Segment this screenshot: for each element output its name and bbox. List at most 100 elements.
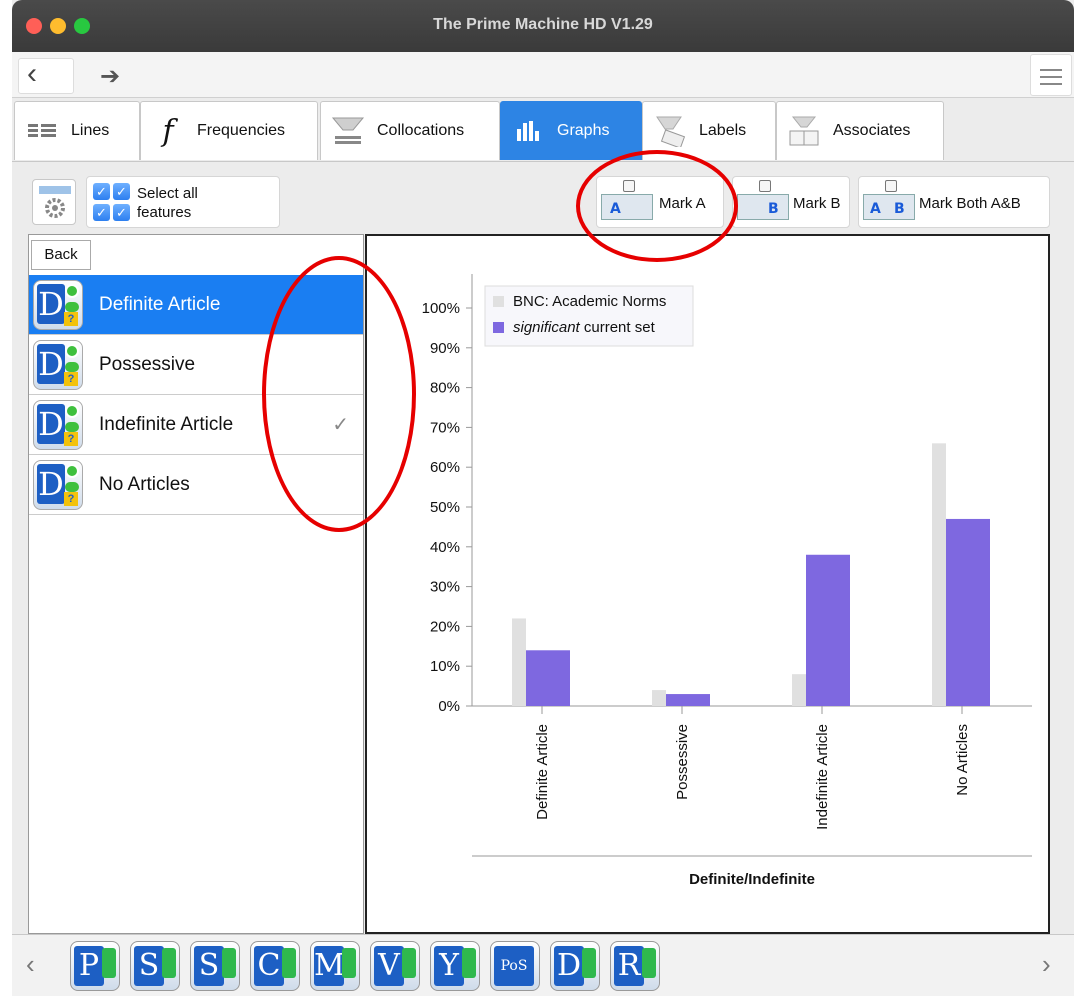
y-tick-label: 30% — [430, 579, 460, 596]
settings-button[interactable] — [32, 179, 76, 225]
checkbox-icon: ✓ — [113, 183, 130, 200]
mark-a-label: Mark A — [659, 195, 706, 212]
select-all-features-button[interactable]: ✓ ✓ ✓ ✓ Select all features — [86, 176, 280, 228]
y-tick-label: 80% — [430, 380, 460, 397]
gear-icon — [39, 186, 71, 218]
select-all-label-line1: Select all — [137, 185, 198, 202]
bar-current-set — [806, 554, 850, 706]
navigation-bar: ‹ ➔ — [12, 52, 1074, 98]
bar-norms — [652, 690, 666, 706]
graph-panel: 0% 10% 20% 30% 40% 50% 60% 70% 80% 90% 100% Definit… — [365, 234, 1050, 934]
dock-tool-letter: D — [554, 946, 584, 986]
tab-frequencies[interactable]: f Frequencies — [140, 101, 318, 160]
app-window: The Prime Machine HD V1.29 ‹ ➔ Lines f F… — [12, 0, 1074, 996]
dock-prev-arrow-icon[interactable]: ‹ — [26, 949, 35, 980]
list-item-label: Definite Article — [99, 293, 221, 315]
y-tick-label: 70% — [430, 419, 460, 436]
list-item[interactable]: D? No Articles — [29, 455, 363, 515]
window-title: The Prime Machine HD V1.29 — [433, 16, 653, 33]
dock-tool-badge — [162, 948, 176, 978]
tab-label: Labels — [699, 122, 747, 139]
graph-toolbar: ✓ ✓ ✓ ✓ Select all features A Mark A B M… — [28, 173, 1050, 233]
list-item[interactable]: D? Indefinite Article ✓ — [29, 395, 363, 455]
mark-b-card-icon: B — [737, 194, 789, 220]
tab-associates[interactable]: Associates — [776, 101, 944, 160]
tool-dock: ‹ P S S C M V Y PoS D R › — [12, 934, 1074, 996]
x-tick-label: Indefinite Article — [814, 724, 831, 830]
tab-label: Frequencies — [197, 122, 286, 139]
mark-both-label: Mark Both A&B — [919, 195, 1021, 212]
x-tick-label: Possessive — [674, 724, 691, 800]
mark-checkbox-icon — [759, 180, 771, 192]
tab-collocations[interactable]: Collocations — [320, 101, 500, 160]
feature-list-panel: Back D? Definite Article D? Possessive D… — [28, 234, 364, 934]
d-feature-icon: D? — [33, 339, 83, 390]
dock-tool-s-icon[interactable]: S — [190, 941, 240, 991]
dock-tool-letter: Y — [434, 946, 464, 986]
bar-norms — [792, 674, 806, 706]
mark-checkbox-icon — [885, 180, 897, 192]
mark-both-card-icon: AB — [863, 194, 915, 220]
y-tick-label: 40% — [430, 539, 460, 556]
mark-a-card-icon: A — [601, 194, 653, 220]
dock-tool-s-icon[interactable]: S — [130, 941, 180, 991]
bar-current-set — [666, 694, 710, 706]
dock-tool-m-icon[interactable]: M — [310, 941, 360, 991]
dock-tool-letter: C — [254, 946, 284, 986]
dock-tool-badge — [282, 948, 296, 978]
y-tick-label: 100% — [422, 300, 460, 317]
x-tick-label: Definite Article — [534, 724, 551, 820]
back-button[interactable]: Back — [31, 240, 91, 270]
mark-a-button[interactable]: A Mark A — [596, 176, 724, 228]
forward-arrow-icon[interactable]: ➔ — [100, 62, 130, 92]
dock-tool-y-icon[interactable]: Y — [430, 941, 480, 991]
dock-tool-c-icon[interactable]: C — [250, 941, 300, 991]
list-item[interactable]: D? Possessive — [29, 335, 363, 395]
dock-tool-badge — [342, 948, 356, 978]
dock-tool-badge — [462, 948, 476, 978]
mark-both-button[interactable]: AB Mark Both A&B — [858, 176, 1050, 228]
select-all-label-line2: features — [137, 204, 192, 221]
x-tick-label: No Articles — [954, 724, 971, 796]
y-tick-label: 60% — [430, 459, 460, 476]
dock-tool-badge — [222, 948, 236, 978]
mark-b-button[interactable]: B Mark B — [732, 176, 850, 228]
bar-norms — [932, 443, 946, 706]
collocations-icon — [331, 116, 365, 146]
dock-tool-letter: P — [74, 946, 104, 986]
dock-tool-v-icon[interactable]: V — [370, 941, 420, 991]
hamburger-menu-button[interactable] — [1030, 54, 1072, 96]
tab-label: Associates — [833, 122, 911, 139]
d-feature-icon: D? — [33, 459, 83, 510]
back-arrow-icon[interactable]: ‹ — [18, 58, 74, 94]
dock-next-arrow-icon[interactable]: › — [1042, 949, 1051, 980]
legend-swatch-norms — [493, 296, 504, 307]
legend-label-norms: BNC: Academic Norms — [513, 293, 666, 310]
checkbox-icon: ✓ — [93, 183, 110, 200]
dock-tool-pos-icon[interactable]: PoS — [490, 941, 540, 991]
x-axis-title: Definite/Indefinite — [689, 871, 815, 888]
tab-lines[interactable]: Lines — [14, 101, 140, 160]
dock-tool-badge — [582, 948, 596, 978]
dock-tool-badge — [402, 948, 416, 978]
dock-tool-letter: PoS — [494, 946, 534, 986]
function-icon: f — [162, 113, 174, 149]
tab-bar: Lines f Frequencies Collocations Graphs … — [12, 98, 1074, 162]
dock-tool-d-icon[interactable]: D — [550, 941, 600, 991]
tab-labels[interactable]: Labels — [642, 101, 776, 160]
tab-graphs[interactable]: Graphs — [500, 101, 642, 160]
tab-label: Graphs — [557, 122, 610, 139]
associates-icon — [787, 116, 821, 146]
bar-norms — [512, 618, 526, 706]
dock-tool-p-icon[interactable]: P — [70, 941, 120, 991]
tab-label: Collocations — [377, 122, 465, 139]
bar-current-set — [946, 518, 990, 706]
legend-label-current-set: significant current set — [513, 319, 656, 336]
bar-current-set — [526, 650, 570, 706]
dock-tool-letter: S — [134, 946, 164, 986]
dock-tool-r-icon[interactable]: R — [610, 941, 660, 991]
dock-tool-letter: S — [194, 946, 224, 986]
y-tick-label: 20% — [430, 618, 460, 635]
list-item[interactable]: D? Definite Article — [29, 275, 363, 335]
tab-label: Lines — [71, 122, 110, 139]
